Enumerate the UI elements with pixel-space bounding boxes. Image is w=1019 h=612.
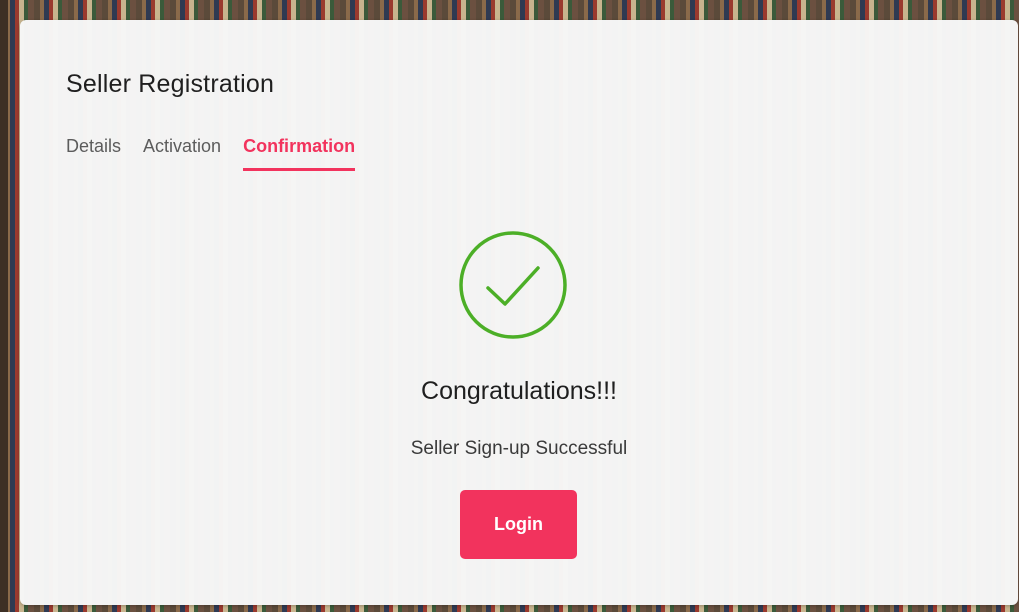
login-button[interactable]: Login xyxy=(460,490,577,559)
seller-registration-modal: Seller Registration Details Activation C… xyxy=(20,20,1018,605)
tab-confirmation[interactable]: Confirmation xyxy=(243,136,356,171)
background-edge xyxy=(0,0,8,612)
tab-activation[interactable]: Activation xyxy=(143,136,221,171)
congratulations-heading: Congratulations!!! xyxy=(421,377,617,405)
check-circle-icon xyxy=(459,231,567,339)
registration-tabs: Details Activation Confirmation xyxy=(66,136,377,171)
tab-details[interactable]: Details xyxy=(66,136,121,171)
signup-success-message: Seller Sign-up Successful xyxy=(410,438,628,459)
modal-title: Seller Registration xyxy=(66,70,275,98)
